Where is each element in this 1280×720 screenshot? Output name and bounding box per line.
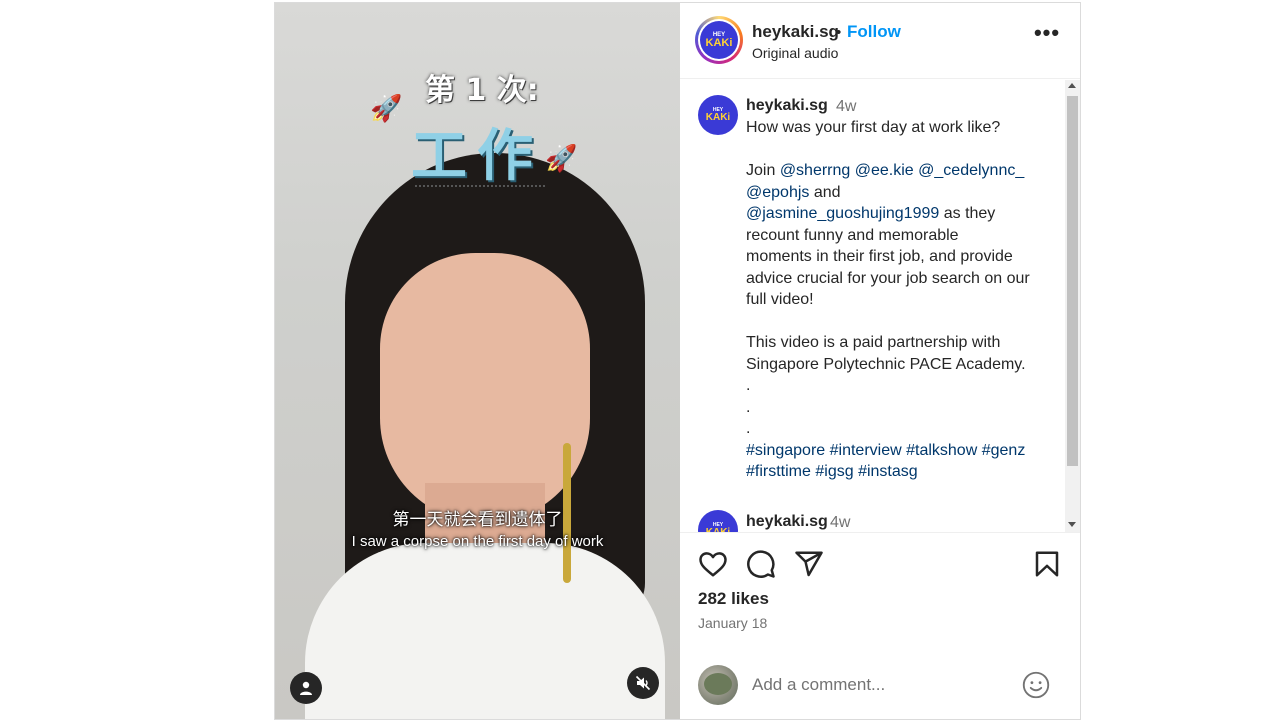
comment-avatar[interactable]: HEY KAKi [698,510,738,532]
mute-toggle-button[interactable] [627,667,659,699]
comment-bubble-icon[interactable] [746,549,776,579]
comment-username-link[interactable]: heykaki.sg [746,513,828,531]
caption-dot: . [746,398,751,416]
hashtag-link[interactable]: #firsttime [746,463,811,480]
likes-count[interactable]: 282 likes [698,589,769,609]
video-player[interactable]: 🚀 🚀 第 1 次: 工作 第一天就会看到遗体了 I saw a corpse … [275,3,680,719]
caption-line: moments in their first job, and provide [746,248,1013,265]
caption-line: Singapore Polytechnic PACE Academy. [746,355,1026,373]
video-frame-shirt [305,543,665,719]
account-avatar[interactable]: HEY KAKi [695,16,743,64]
current-user-avatar [698,665,738,705]
mention-link[interactable]: @ee.kie [855,162,914,179]
caption-line: recount funny and memorable [746,226,959,244]
more-options-icon[interactable]: ••• [1032,22,1062,51]
add-comment-bar [680,653,1080,719]
mention-link[interactable]: @epohjs [746,184,809,201]
like-heart-icon[interactable] [698,549,728,579]
mention-link[interactable]: @jasmine_guoshujing1999 [746,205,939,222]
heykaki-logo-icon: HEY KAKi [700,21,738,59]
comment-time[interactable]: 4w [830,514,850,532]
caption-username-link[interactable]: heykaki.sg [746,97,828,115]
post-date[interactable]: January 18 [698,615,767,631]
caption-dot: . [746,377,751,394]
scrollbar-thumb[interactable] [1067,96,1078,466]
caption-dot: . [746,420,751,437]
mention-link[interactable]: @sherrng [780,162,851,179]
hashtag-link[interactable]: #instasg [858,463,918,480]
hashtag-link[interactable]: #interview [830,442,902,459]
caption-line: #firsttime #igsg #instasg [746,461,1051,483]
rocket-doodle-icon: 🚀 [545,143,578,173]
separator-dot: • [836,24,842,41]
post-caption: How was your first day at work like? Joi… [746,117,1051,483]
hashtag-link[interactable]: #genz [982,442,1026,459]
video-overlay-small-title: 第 1 次: [425,73,539,108]
video-overlay-big-title: 工作 [411,124,543,189]
follow-button[interactable]: Follow [847,22,901,42]
video-overlay-divider [415,185,545,187]
comments-panel[interactable]: HEY KAKi heykaki.sg 4w How was your firs… [680,80,1080,532]
video-subtitle-english: I saw a corpse on the first day of work [351,533,604,550]
post-header: HEY KAKi heykaki.sg • Follow Original au… [680,3,1080,79]
caption-line: full video! [746,291,814,308]
scroll-down-arrow-icon[interactable] [1068,522,1076,527]
caption-line: advice crucial for your job search on ou… [746,269,1030,287]
share-send-icon[interactable] [794,549,824,579]
hashtag-link[interactable]: #talkshow [906,442,977,459]
audio-link[interactable]: Original audio [752,45,838,61]
account-username-link[interactable]: heykaki.sg [752,22,839,42]
post-actions: 282 likes January 18 [680,532,1080,662]
rocket-doodle-icon: 🚀 [370,93,403,123]
tagged-users-button[interactable] [290,672,322,704]
user-icon [300,681,312,695]
comment-input[interactable] [752,673,1012,697]
mention-link[interactable]: @_cedelynnc_ [918,162,1024,179]
comments-scrollbar[interactable] [1065,80,1080,532]
caption-line: #singapore #interview #talkshow #genz [746,440,1051,462]
caption-question: How was your first day at work like? [746,119,1001,136]
caption-line: @jasmine_guoshujing1999 as they [746,205,996,222]
video-subtitle-chinese: 第一天就会看到遗体了 [392,510,563,530]
instagram-post: 🚀 🚀 第 1 次: 工作 第一天就会看到遗体了 I saw a corpse … [274,2,1081,720]
save-bookmark-icon[interactable] [1032,549,1062,579]
caption-avatar[interactable]: HEY KAKi [698,95,738,135]
caption-time[interactable]: 4w [836,98,856,116]
caption-line: Join @sherrng @ee.kie @_cedelynnc_ [746,162,1025,179]
caption-line: @epohjs and [746,183,841,201]
hashtag-link[interactable]: #igsg [815,463,853,480]
muted-speaker-icon [635,675,651,691]
emoji-icon[interactable] [1022,671,1050,699]
scroll-up-arrow-icon[interactable] [1068,83,1076,88]
post-sidebar: HEY KAKi heykaki.sg • Follow Original au… [680,3,1080,719]
caption-line: This video is a paid partnership with [746,334,1001,351]
hashtag-link[interactable]: #singapore [746,442,825,459]
